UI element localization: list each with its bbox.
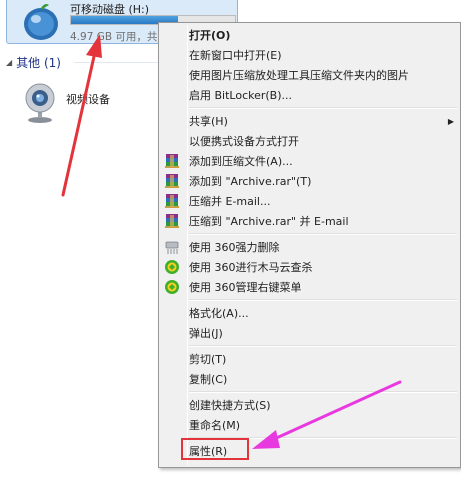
annotation-overlay	[61, 34, 402, 449]
red-arrow	[61, 34, 102, 197]
magenta-arrow	[252, 380, 402, 449]
